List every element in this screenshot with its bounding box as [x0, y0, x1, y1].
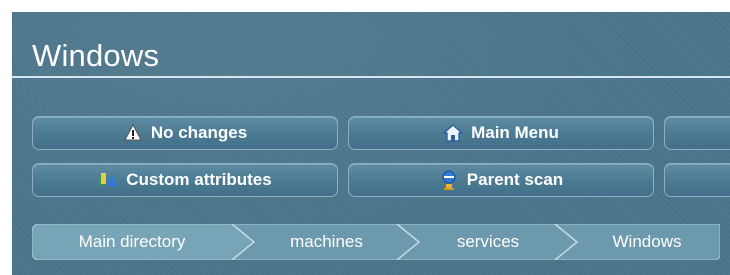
truncated-button-row2[interactable]: [664, 163, 730, 197]
breadcrumb-item-main-directory[interactable]: Main directory: [32, 224, 232, 260]
parent-scan-label: Parent scan: [466, 170, 564, 189]
breadcrumb-item-windows: Windows: [612, 232, 682, 251]
custom-attributes-icon: [98, 170, 118, 190]
custom-attributes-label: Custom attributes: [126, 170, 272, 189]
page-title: Windows: [32, 38, 160, 73]
breadcrumb-item-services[interactable]: services: [419, 224, 557, 260]
parent-scan-button[interactable]: Parent scan: [348, 163, 654, 197]
page-panel: Windows No changes Main Menu Custom attr…: [12, 12, 730, 275]
home-icon: [443, 123, 463, 143]
no-changes-label: No changes: [150, 123, 248, 142]
main-menu-label: Main Menu: [471, 123, 559, 142]
truncated-button-row1[interactable]: [664, 116, 730, 150]
breadcrumb: Main directory machines services Windows: [32, 224, 720, 260]
main-menu-button[interactable]: Main Menu: [348, 116, 654, 150]
no-changes-button[interactable]: No changes: [32, 116, 338, 150]
breadcrumb-item-machines[interactable]: machines: [254, 224, 399, 260]
custom-attributes-button[interactable]: Custom attributes: [32, 163, 338, 197]
warning-icon: [123, 123, 143, 143]
scan-person-icon: [439, 170, 459, 190]
title-bar: Windows: [12, 12, 730, 78]
